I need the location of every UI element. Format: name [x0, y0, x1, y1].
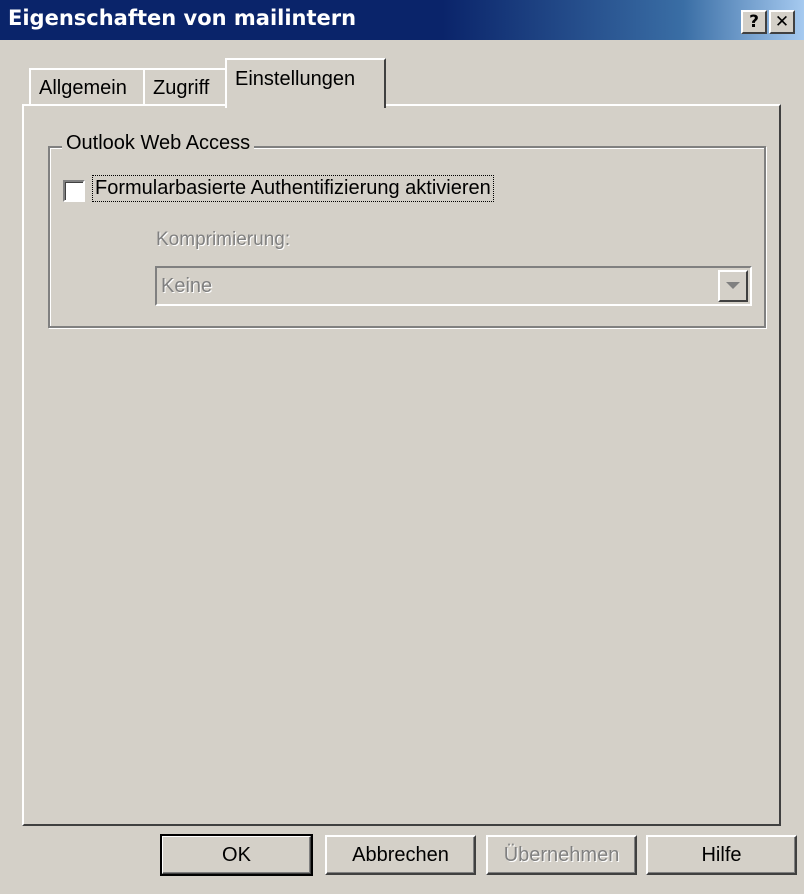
close-icon: ✕: [774, 11, 790, 32]
properties-dialog: Eigenschaften von mailintern ? ✕ Allgeme…: [0, 0, 804, 894]
cancel-button[interactable]: Abbrechen: [325, 835, 476, 875]
title-bar[interactable]: Eigenschaften von mailintern ? ✕: [0, 0, 804, 40]
help-title-button[interactable]: ?: [741, 10, 767, 34]
tab-zugriff[interactable]: Zugriff: [143, 68, 229, 106]
close-button[interactable]: ✕: [769, 10, 795, 34]
group-label: Outlook Web Access: [62, 132, 255, 155]
compression-label: Komprimierung:: [156, 229, 291, 250]
compression-value: Keine: [161, 275, 213, 297]
apply-button[interactable]: Übernehmen: [486, 835, 637, 875]
forms-auth-checkbox[interactable]: [63, 180, 85, 202]
tab-einstellungen[interactable]: Einstellungen: [225, 58, 386, 108]
help-button[interactable]: Hilfe: [646, 835, 797, 875]
compression-select[interactable]: Keine: [155, 266, 752, 306]
tab-allgemein[interactable]: Allgemein: [29, 68, 145, 106]
window-title: Eigenschaften von mailintern: [8, 6, 357, 30]
question-mark-icon: ?: [749, 11, 759, 32]
forms-auth-checkbox-label[interactable]: Formularbasierte Authentifizierung aktiv…: [92, 175, 494, 202]
ok-button[interactable]: OK: [160, 834, 313, 876]
chevron-down-icon[interactable]: [718, 270, 748, 302]
